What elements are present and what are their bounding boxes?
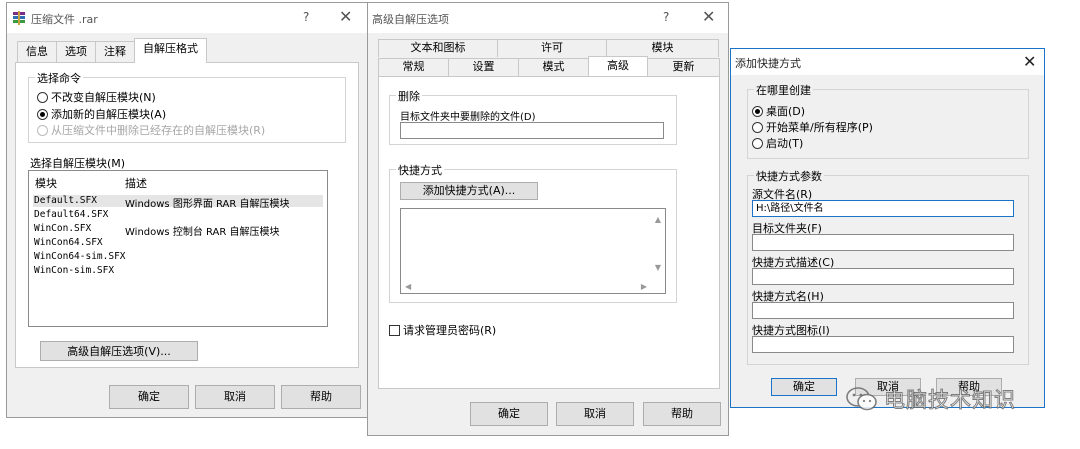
dialog-title: 添加快捷方式 — [735, 57, 801, 70]
ok-button[interactable]: 确定 — [109, 385, 189, 409]
ok-button[interactable]: 确定 — [771, 378, 837, 396]
tab-mode[interactable]: 模式 — [518, 58, 589, 76]
source-file-input[interactable]: H:\路径\文件名 — [752, 200, 1014, 217]
advanced-sfx-options-button[interactable]: 高级自解压选项(V)... — [40, 341, 198, 361]
archive-dialog-titlebar: 压缩文件 .rar ? ✕ — [7, 3, 367, 33]
radio-startup-label: 启动(T) — [766, 137, 804, 150]
ok-button[interactable]: 确定 — [470, 402, 548, 426]
table-row[interactable]: WinCon-sim.SFX — [33, 265, 323, 277]
radio-desktop[interactable]: 桌面(D) — [752, 103, 805, 119]
sfx-tab-panel: 选择命令 不改变自解压模块(N) 添加新的自解压模块(A) 从压缩文件中删除已经… — [15, 62, 359, 368]
help-button[interactable]: 帮助 — [281, 385, 361, 409]
command-group: 选择命令 不改变自解压模块(N) 添加新的自解压模块(A) 从压缩文件中删除已经… — [28, 70, 346, 143]
radio-start-menu[interactable]: 开始菜单/所有程序(P) — [752, 119, 873, 135]
delete-group: 删除 目标文件夹中要删除的文件(D) — [389, 88, 677, 145]
params-group: 快捷方式参数 源文件名(R) H:\路径\文件名 目标文件夹(F) 快捷方式描述… — [747, 168, 1029, 365]
delete-files-label: 目标文件夹中要删除的文件(D) — [400, 112, 536, 123]
wechat-icon — [846, 387, 877, 411]
radio-remove: 从压缩文件中删除已经存在的自解压模块(R) — [37, 122, 265, 138]
tab-comment[interactable]: 注释 — [95, 41, 135, 63]
admin-password-label: 请求管理员密码(R) — [403, 324, 497, 337]
scroll-up-icon[interactable]: ▲ — [655, 215, 661, 224]
admin-password-checkbox[interactable]: 请求管理员密码(R) — [389, 322, 496, 338]
add-shortcut-titlebar: 添加快捷方式 ✕ — [731, 49, 1044, 75]
checkbox-icon — [389, 324, 400, 336]
params-group-label: 快捷方式参数 — [754, 168, 824, 184]
archive-dialog: 压缩文件 .rar ? ✕ 信息 选项 注释 自解压格式 选择命令 不改变自解压… — [6, 2, 368, 418]
help-button[interactable]: 帮助 — [643, 402, 721, 426]
command-group-label: 选择命令 — [35, 70, 83, 86]
column-header-module[interactable]: 模块 — [35, 175, 57, 191]
delete-files-input[interactable] — [400, 122, 664, 139]
radio-add-label: 添加新的自解压模块(A) — [51, 108, 167, 121]
tab-text-icon[interactable]: 文本和图标 — [378, 39, 498, 57]
radio-add[interactable]: 添加新的自解压模块(A) — [37, 106, 166, 122]
radio-selected-icon — [752, 105, 763, 117]
where-group: 在哪里创建 桌面(D) 开始菜单/所有程序(P) 启动(T) — [747, 82, 1029, 159]
cancel-button[interactable]: 取消 — [556, 402, 634, 426]
radio-desktop-label: 桌面(D) — [766, 105, 806, 118]
close-icon[interactable]: ✕ — [339, 7, 352, 26]
advanced-sfx-dialog: 高级自解压选项 ? ✕ 文本和图标 许可 模块 常规 设置 模式 高级 更新 删… — [367, 2, 729, 436]
table-row[interactable]: WinCon64.SFX — [33, 237, 323, 249]
table-row[interactable]: Default64.SFX — [33, 209, 323, 221]
advanced-tab-panel: 删除 目标文件夹中要删除的文件(D) 快捷方式 添加快捷方式(A)... ▲ ▼… — [378, 76, 720, 389]
module-list[interactable]: 模块 描述 Default.SFX Windows 图形界面 RAR 自解压模块… — [28, 170, 328, 327]
delete-group-label: 删除 — [396, 88, 422, 104]
winrar-icon — [13, 11, 25, 25]
radio-disabled-icon — [37, 124, 48, 136]
radio-keep[interactable]: 不改变自解压模块(N) — [37, 89, 156, 105]
table-row[interactable]: Default.SFX Windows 图形界面 RAR 自解压模块 — [33, 195, 323, 210]
tab-sfx[interactable]: 自解压格式 — [134, 38, 207, 63]
scroll-down-icon[interactable]: ▼ — [655, 263, 661, 272]
shortcut-group: 快捷方式 添加快捷方式(A)... ▲ ▼ ◀ ▶ — [389, 162, 677, 303]
tab-module[interactable]: 模块 — [606, 39, 719, 57]
close-icon[interactable]: ✕ — [702, 7, 715, 26]
target-folder-input[interactable] — [752, 234, 1014, 251]
radio-remove-label: 从压缩文件中删除已经存在的自解压模块(R) — [51, 124, 266, 137]
tab-advanced[interactable]: 高级 — [588, 56, 648, 76]
radio-startup[interactable]: 启动(T) — [752, 135, 803, 151]
radio-start-menu-label: 开始菜单/所有程序(P) — [766, 121, 873, 134]
table-row[interactable]: WinCon.SFX Windows 控制台 RAR 自解压模块 — [33, 223, 323, 238]
dialog-title: 压缩文件 .rar — [31, 13, 98, 26]
cancel-button[interactable]: 取消 — [195, 385, 275, 409]
where-group-label: 在哪里创建 — [754, 82, 813, 98]
shortcut-group-label: 快捷方式 — [396, 162, 444, 178]
module-list-label: 选择自解压模块(M) — [30, 157, 126, 170]
add-shortcut-button[interactable]: 添加快捷方式(A)... — [400, 182, 538, 200]
shortcut-icon-input[interactable] — [752, 336, 1014, 353]
advanced-sfx-titlebar: 高级自解压选项 ? ✕ — [368, 3, 728, 33]
tab-setup[interactable]: 设置 — [448, 58, 519, 76]
watermark: 电脑技术知识 — [846, 384, 1016, 414]
tab-general[interactable]: 常规 — [378, 58, 449, 76]
watermark-text: 电脑技术知识 — [884, 388, 1016, 413]
radio-icon — [37, 91, 48, 103]
shortcut-description-input[interactable] — [752, 268, 1014, 285]
column-header-description[interactable]: 描述 — [125, 175, 147, 191]
tab-info[interactable]: 信息 — [17, 41, 57, 63]
shortcut-list[interactable]: ▲ ▼ ◀ ▶ — [400, 208, 666, 294]
help-icon[interactable]: ? — [303, 10, 309, 24]
tab-license[interactable]: 许可 — [497, 39, 607, 57]
radio-icon — [752, 121, 763, 133]
dialog-title: 高级自解压选项 — [372, 13, 449, 26]
scroll-left-icon[interactable]: ◀ — [405, 282, 411, 291]
close-icon[interactable]: ✕ — [1023, 52, 1036, 71]
add-shortcut-dialog: 添加快捷方式 ✕ 在哪里创建 桌面(D) 开始菜单/所有程序(P) 启动(T) … — [730, 48, 1045, 408]
tab-options[interactable]: 选项 — [56, 41, 96, 63]
radio-selected-icon — [37, 108, 48, 120]
help-icon[interactable]: ? — [663, 10, 669, 24]
shortcut-name-input[interactable] — [752, 302, 1014, 319]
scroll-right-icon[interactable]: ▶ — [641, 282, 647, 291]
table-row[interactable]: WinCon64-sim.SFX — [33, 251, 323, 263]
tab-update[interactable]: 更新 — [647, 58, 720, 76]
radio-keep-label: 不改变自解压模块(N) — [51, 91, 156, 104]
radio-icon — [752, 137, 763, 149]
